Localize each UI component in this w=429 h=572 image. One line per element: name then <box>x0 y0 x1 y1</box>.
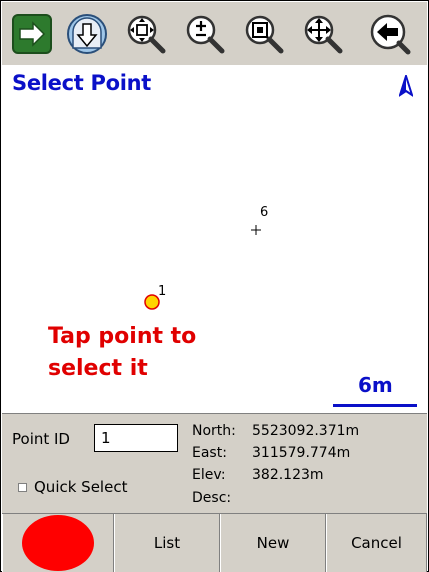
pan-icon <box>304 15 343 54</box>
point-6-label: 6 <box>260 205 269 220</box>
quick-select-checkbox[interactable]: Quick Select <box>18 478 127 496</box>
checkbox-box[interactable] <box>18 482 27 492</box>
elev-label: Elev: <box>192 467 226 483</box>
record-button[interactable] <box>2 514 114 572</box>
map-title: Select Point <box>12 71 152 95</box>
pan-button[interactable] <box>299 10 347 58</box>
east-value: 311579.774m <box>252 445 351 461</box>
next-arrow-button[interactable] <box>8 10 56 58</box>
back-arrow-icon <box>370 14 411 55</box>
next-arrow-icon <box>12 14 52 54</box>
desc-label: Desc: <box>192 490 232 506</box>
download-button[interactable] <box>63 10 111 58</box>
list-button[interactable]: List <box>114 514 220 572</box>
elev-value: 382.123m <box>252 467 324 483</box>
zoom-extents-icon <box>127 15 166 54</box>
app-window: Select Point 6 1 Tap point to select it … <box>0 0 429 572</box>
north-arrow-icon <box>398 72 414 101</box>
point-6-marker[interactable] <box>250 221 262 235</box>
point-1-label: 1 <box>158 284 167 299</box>
zoom-window-button[interactable] <box>240 10 288 58</box>
point-id-label: Point ID <box>12 430 70 448</box>
scale-bar <box>333 404 417 407</box>
bottom-button-bar: List New Cancel <box>2 513 427 572</box>
quick-select-label: Quick Select <box>34 478 128 496</box>
east-label: East: <box>192 445 227 461</box>
record-dot-icon <box>22 515 94 571</box>
scale-label: 6m <box>358 373 393 397</box>
download-icon <box>67 14 107 54</box>
point-id-input[interactable]: 1 <box>94 424 178 452</box>
zoom-in-out-button[interactable] <box>181 10 229 58</box>
north-value: 5523092.371m <box>252 423 360 439</box>
north-label: North: <box>192 423 236 439</box>
new-button[interactable]: New <box>220 514 326 572</box>
toolbar <box>2 2 427 66</box>
point-info-panel: Point ID 1 Quick Select North: 5523092.3… <box>2 413 427 514</box>
zoom-extents-button[interactable] <box>122 10 170 58</box>
zoom-window-icon <box>245 15 284 54</box>
cancel-button[interactable]: Cancel <box>326 514 427 572</box>
map-canvas[interactable]: Select Point 6 1 Tap point to select it … <box>2 65 427 413</box>
back-arrow-button[interactable] <box>366 10 414 58</box>
zoom-in-out-icon <box>186 15 225 54</box>
tap-hint-text: Tap point to select it <box>48 324 197 381</box>
